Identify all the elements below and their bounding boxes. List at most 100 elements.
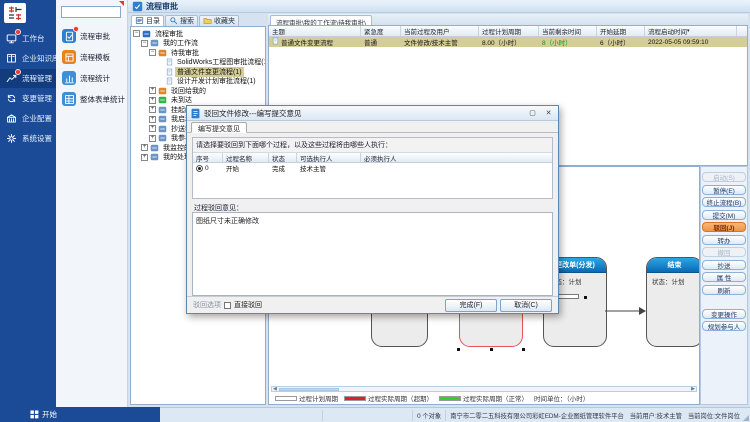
process-icon: [5, 72, 18, 85]
cc-button[interactable]: 抄送: [702, 260, 746, 270]
tree-expander-icon[interactable]: −: [149, 49, 156, 56]
time-unit-label: 时间单位：（小时）: [534, 393, 589, 403]
scroll-left-icon[interactable]: ◀: [273, 386, 277, 392]
tree-item[interactable]: −我的工作流: [131, 39, 265, 49]
dialog-tab-write-opinion[interactable]: 编写提交意见: [191, 122, 247, 133]
reject-target-group: 请选择要驳回到下面哪个过程，以及这些过程将由哪些人执行： 序号过程名称状态可选执…: [192, 137, 553, 199]
form-stats-icon: [62, 92, 76, 106]
tool-button-process-approval[interactable]: 流程审批: [62, 29, 125, 43]
terminate-process-button[interactable]: 终止流程(B): [702, 197, 746, 207]
cell-text: 0: [205, 165, 209, 172]
tree-expander-icon[interactable]: +: [141, 154, 148, 161]
legend-swatch: [275, 396, 297, 401]
sidebar-item-system-settings[interactable]: 系统设置: [0, 129, 56, 148]
horizontal-scrollbar[interactable]: ◀ ▶: [271, 386, 697, 392]
tree-tab-search[interactable]: 搜索: [165, 15, 198, 26]
submit-button[interactable]: 提交(M): [702, 210, 746, 220]
scroll-thumb[interactable]: [279, 388, 339, 391]
opinion-textarea[interactable]: 图纸尺寸未正确修改: [192, 212, 553, 296]
tree-item[interactable]: SolidWorks工程图审批流程(1): [131, 58, 265, 68]
resize-grip[interactable]: [743, 415, 749, 421]
sidebar-item-process-management[interactable]: 流程管理: [0, 69, 56, 88]
cancel-button[interactable]: 取消(C): [500, 299, 552, 312]
flow-arrow: [605, 305, 649, 317]
flow-node-status: 状态：计划: [647, 273, 700, 286]
finish-button[interactable]: 完成(F): [445, 299, 497, 312]
tree-item[interactable]: −待我审批: [131, 48, 265, 58]
pause-process-button[interactable]: 暂停(E): [702, 185, 746, 195]
selection-handle[interactable]: [457, 348, 460, 351]
plan-participants-button[interactable]: 规划参与人: [702, 321, 746, 331]
tool-button-label: 流程统计: [80, 73, 110, 84]
tree-tab-favorites[interactable]: 收藏夹: [199, 15, 239, 26]
column-header[interactable]: 主题: [269, 26, 361, 36]
tool-button-list: 流程审批流程模板流程统计整体表单统计: [56, 22, 127, 106]
sidebar-item-knowledge-base[interactable]: 企业知识库: [0, 49, 56, 68]
tree-expander-icon[interactable]: −: [141, 40, 148, 47]
flow-legend: 过程计划周期过程实际周期（超期）过程实际周期（正常）时间单位：（小时）: [271, 393, 697, 403]
tree-expander-icon[interactable]: +: [141, 144, 148, 151]
column-header[interactable]: 当前过程及用户: [401, 26, 479, 36]
direct-reject-checkbox[interactable]: [224, 302, 231, 309]
sidebar-item-workbench[interactable]: 工作台: [0, 29, 56, 48]
catalog-icon: [135, 16, 144, 27]
selection-handle[interactable]: [522, 348, 525, 351]
dialog-table-cell: 完成: [269, 163, 297, 173]
status-bar: 0 个对象 南宁市二零二五科技有限公司彩虹EDM-企业图纸管理软件平台 当前用户…: [160, 407, 750, 422]
maximize-button[interactable]: ▢: [526, 108, 539, 119]
logo-seal-icon: [7, 5, 23, 21]
folder-icon: [158, 134, 167, 142]
legend-swatch: [344, 396, 366, 401]
dialog-table-body: 0开始完成技术主管: [193, 163, 552, 173]
column-header[interactable]: 过程计划周期: [479, 26, 539, 36]
process-approval-icon: [132, 1, 143, 12]
tree-tab-catalog[interactable]: 目录: [131, 15, 164, 26]
sidebar-item-company-config[interactable]: 企业配置: [0, 109, 56, 128]
tree-item[interactable]: +驳回给我的: [131, 86, 265, 96]
column-header[interactable]: 紧急度: [361, 26, 401, 36]
table-cell: 2022-05-05 09:59:10: [645, 37, 737, 47]
cell-text: 完成: [272, 163, 285, 173]
tree-item[interactable]: 设计开发计划审批流程(1): [131, 77, 265, 87]
selection-handle[interactable]: [490, 348, 493, 351]
sidebar-item-change-management[interactable]: 变更管理: [0, 89, 56, 108]
tool-button-process-stats[interactable]: 流程统计: [62, 71, 125, 85]
flow-node-3[interactable]: 结束状态：计划: [646, 257, 700, 347]
scroll-right-icon[interactable]: ▶: [691, 386, 695, 392]
close-button[interactable]: ✕: [542, 108, 555, 119]
reject-target-table: 序号过程名称状态可选执行人必须执行人 0开始完成技术主管: [193, 153, 552, 173]
change-operations-button[interactable]: 变更操作: [702, 309, 746, 319]
start-button[interactable]: 开始: [42, 409, 57, 420]
workbench-icon: [5, 32, 18, 45]
table-row[interactable]: 普通文件变更流程普通文件修改/技术主管8.00（小时）8（小时）6（小时）202…: [269, 37, 747, 47]
dialog-column-header: 序号: [193, 153, 223, 162]
reject-button[interactable]: 驳回(J): [702, 222, 746, 232]
tree-expander-icon[interactable]: +: [149, 87, 156, 94]
tree-item[interactable]: +未到达: [131, 96, 265, 106]
column-header[interactable]: 流程启动时间 ▾: [645, 26, 737, 36]
tree-expander-icon[interactable]: +: [149, 116, 156, 123]
search-input[interactable]: [61, 6, 121, 18]
column-header[interactable]: 当前剩余时间: [539, 26, 597, 36]
properties-button[interactable]: 属 性: [702, 272, 746, 282]
radio-selected-icon[interactable]: [196, 165, 203, 172]
tool-button-form-stats[interactable]: 整体表单统计: [62, 92, 125, 106]
tree-expander-icon[interactable]: +: [149, 106, 156, 113]
list-tab[interactable]: 流程审批\我的工作流\待我审批\: [270, 15, 372, 25]
list-tabbar: 流程审批\我的工作流\待我审批\: [268, 14, 748, 25]
withdraw-button: 撤回: [702, 247, 746, 257]
tree-tab-label: 目录: [146, 16, 160, 26]
tree-expander-icon[interactable]: −: [133, 30, 140, 37]
transfer-button[interactable]: 转办: [702, 235, 746, 245]
tree-expander-icon[interactable]: +: [149, 125, 156, 132]
tree-expander-icon[interactable]: +: [149, 97, 156, 104]
tool-button-process-template[interactable]: 流程模板: [62, 50, 125, 64]
tree-item[interactable]: −流程审批: [131, 29, 265, 39]
refresh-button[interactable]: 刷新: [702, 285, 746, 295]
tree-expander-icon[interactable]: +: [149, 135, 156, 142]
document-icon: [272, 37, 279, 47]
tree-item[interactable]: 普通文件变更流程(1): [131, 67, 265, 77]
dialog-table-row[interactable]: 0开始完成技术主管: [193, 163, 552, 173]
tool-button-label: 流程审批: [80, 31, 110, 42]
column-header[interactable]: 开始延期: [597, 26, 645, 36]
